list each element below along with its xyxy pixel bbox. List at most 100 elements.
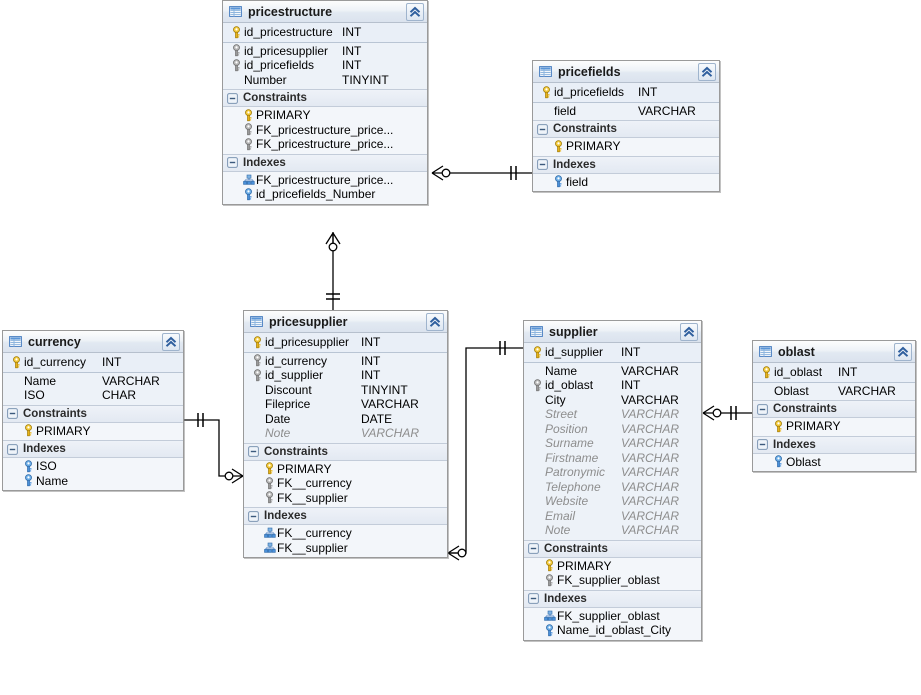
minus-box-icon[interactable] xyxy=(528,543,539,554)
column-row[interactable]: id_pricesupplier INT xyxy=(223,44,427,59)
index-row[interactable]: FK__supplier xyxy=(244,541,447,556)
table-header-pricestructure[interactable]: pricestructure xyxy=(223,1,427,23)
table-pricestructure[interactable]: pricestructure id_pricestructure INT id_pri… xyxy=(222,0,428,205)
column-row[interactable]: Name VARCHAR xyxy=(3,374,183,389)
section-header-constraints[interactable]: Constraints xyxy=(524,539,701,558)
column-row[interactable]: Date DATE xyxy=(244,412,447,427)
index-row[interactable]: field xyxy=(533,175,719,190)
table-pricefields[interactable]: pricefields id_pricefields INT field VARCHAR… xyxy=(532,60,720,192)
column-row[interactable]: Email VARCHAR xyxy=(524,509,701,524)
column-row[interactable]: Name VARCHAR xyxy=(524,364,701,379)
index-row[interactable]: Name xyxy=(3,474,183,489)
minus-box-icon[interactable] xyxy=(248,510,259,522)
minus-box-icon[interactable] xyxy=(537,123,548,135)
column-row[interactable]: id_currency INT xyxy=(244,354,447,369)
minus-box-icon[interactable] xyxy=(757,403,768,415)
column-row[interactable]: Oblast VARCHAR xyxy=(753,384,915,399)
index-name: field xyxy=(566,174,589,189)
index-row[interactable]: FK_pricestructure_price... xyxy=(223,173,427,188)
column-row-pk[interactable]: id_pricestructure INT xyxy=(223,25,427,40)
column-row[interactable]: ISO CHAR xyxy=(3,388,183,403)
column-row[interactable]: Telephone VARCHAR xyxy=(524,480,701,495)
column-row-pk[interactable]: id_oblast INT xyxy=(753,365,915,380)
table-header-currency[interactable]: currency xyxy=(3,331,183,353)
column-row[interactable]: Position VARCHAR xyxy=(524,422,701,437)
collapse-button[interactable] xyxy=(894,342,912,361)
column-row[interactable]: Street VARCHAR xyxy=(524,407,701,422)
constraint-row[interactable]: PRIMARY xyxy=(3,424,183,439)
column-row-pk[interactable]: id_pricefields INT xyxy=(533,85,719,100)
column-row[interactable]: Patronymic VARCHAR xyxy=(524,465,701,480)
constraint-row[interactable]: PRIMARY xyxy=(533,139,719,154)
column-row[interactable]: Surname VARCHAR xyxy=(524,436,701,451)
section-header-constraints[interactable]: Constraints xyxy=(3,404,183,423)
collapse-button[interactable] xyxy=(162,332,180,351)
constraint-row[interactable]: FK_supplier_oblast xyxy=(524,573,701,588)
column-row[interactable]: id_pricefields INT xyxy=(223,58,427,73)
section-header-indexes[interactable]: Indexes xyxy=(3,440,183,458)
section-header-indexes[interactable]: Indexes xyxy=(533,155,719,174)
index-row[interactable]: Oblast xyxy=(753,455,915,470)
column-type: VARCHAR xyxy=(621,363,679,378)
section-header-indexes[interactable]: Indexes xyxy=(524,589,701,608)
constraint-row[interactable]: PRIMARY xyxy=(524,559,701,574)
section-header-constraints[interactable]: Constraints xyxy=(753,400,915,418)
column-row[interactable]: Number TINYINT xyxy=(223,73,427,88)
column-row[interactable]: id_oblast INT xyxy=(524,378,701,393)
collapse-button[interactable] xyxy=(698,62,716,81)
table-header-supplier[interactable]: supplier xyxy=(524,321,701,343)
column-row-pk[interactable]: id_pricesupplier INT xyxy=(244,335,447,350)
column-row-pk[interactable]: id_supplier INT xyxy=(524,345,701,360)
column-row[interactable]: Discount TINYINT xyxy=(244,383,447,398)
collapse-button[interactable] xyxy=(406,2,424,21)
section-header-constraints[interactable]: Constraints xyxy=(223,89,427,107)
constraint-row[interactable]: FK__currency xyxy=(244,476,447,491)
collapse-button[interactable] xyxy=(680,322,698,341)
index-name: FK_supplier_oblast xyxy=(557,608,660,623)
minus-box-icon[interactable] xyxy=(757,439,768,450)
index-row[interactable]: FK__currency xyxy=(244,526,447,541)
minus-box-icon[interactable] xyxy=(528,593,539,604)
index-row[interactable]: id_pricefields_Number xyxy=(223,187,427,202)
index-row[interactable]: ISO xyxy=(3,459,183,474)
minus-box-icon[interactable] xyxy=(7,443,18,455)
section-header-indexes[interactable]: Indexes xyxy=(223,153,427,172)
index-row[interactable]: Name_id_oblast_City xyxy=(524,623,701,638)
index-row[interactable]: FK_supplier_oblast xyxy=(524,609,701,624)
section-header-constraints[interactable]: Constraints xyxy=(533,120,719,138)
column-row[interactable]: id_supplier INT xyxy=(244,368,447,383)
column-row[interactable]: Note VARCHAR xyxy=(524,523,701,538)
constraint-row[interactable]: FK_pricestructure_price... xyxy=(223,123,427,138)
column-row[interactable]: Firstname VARCHAR xyxy=(524,451,701,466)
table-oblast[interactable]: oblast id_oblast INT Oblast VARCHAR Constrain… xyxy=(752,340,916,472)
table-supplier[interactable]: supplier id_supplier INT Name VARCHAR id_obla… xyxy=(523,320,702,641)
column-row[interactable]: City VARCHAR xyxy=(524,393,701,408)
constraint-row[interactable]: FK__supplier xyxy=(244,491,447,506)
column-row[interactable]: Note VARCHAR xyxy=(244,426,447,441)
table-header-oblast[interactable]: oblast xyxy=(753,341,915,363)
column-row-pk[interactable]: id_currency INT xyxy=(3,355,183,370)
table-header-pricefields[interactable]: pricefields xyxy=(533,61,719,83)
table-pricesupplier[interactable]: pricesupplier id_pricesupplier INT id_curre… xyxy=(243,310,448,558)
minus-box-icon[interactable] xyxy=(227,157,238,168)
minus-box-icon[interactable] xyxy=(227,92,238,104)
section-header-indexes[interactable]: Indexes xyxy=(244,507,447,525)
constraint-name: PRIMARY xyxy=(256,108,311,123)
constraint-row[interactable]: PRIMARY xyxy=(223,108,427,123)
column-row[interactable]: Website VARCHAR xyxy=(524,494,701,509)
column-row[interactable]: Fileprice VARCHAR xyxy=(244,397,447,412)
primary-key-block: id_oblast INT xyxy=(753,363,915,383)
table-currency[interactable]: currency id_currency INT Name VARCHAR ISO CHAR… xyxy=(2,330,184,491)
constraint-name: PRIMARY xyxy=(36,423,91,438)
column-row[interactable]: field VARCHAR xyxy=(533,104,719,119)
section-header-indexes[interactable]: Indexes xyxy=(753,435,915,454)
collapse-button[interactable] xyxy=(426,312,444,331)
minus-box-icon[interactable] xyxy=(537,159,548,170)
section-header-constraints[interactable]: Constraints xyxy=(244,442,447,461)
minus-box-icon[interactable] xyxy=(248,446,259,457)
constraint-row[interactable]: PRIMARY xyxy=(244,462,447,477)
constraint-row[interactable]: FK_pricestructure_price... xyxy=(223,137,427,152)
constraint-row[interactable]: PRIMARY xyxy=(753,419,915,434)
minus-box-icon[interactable] xyxy=(7,408,18,419)
table-header-pricesupplier[interactable]: pricesupplier xyxy=(244,311,447,333)
